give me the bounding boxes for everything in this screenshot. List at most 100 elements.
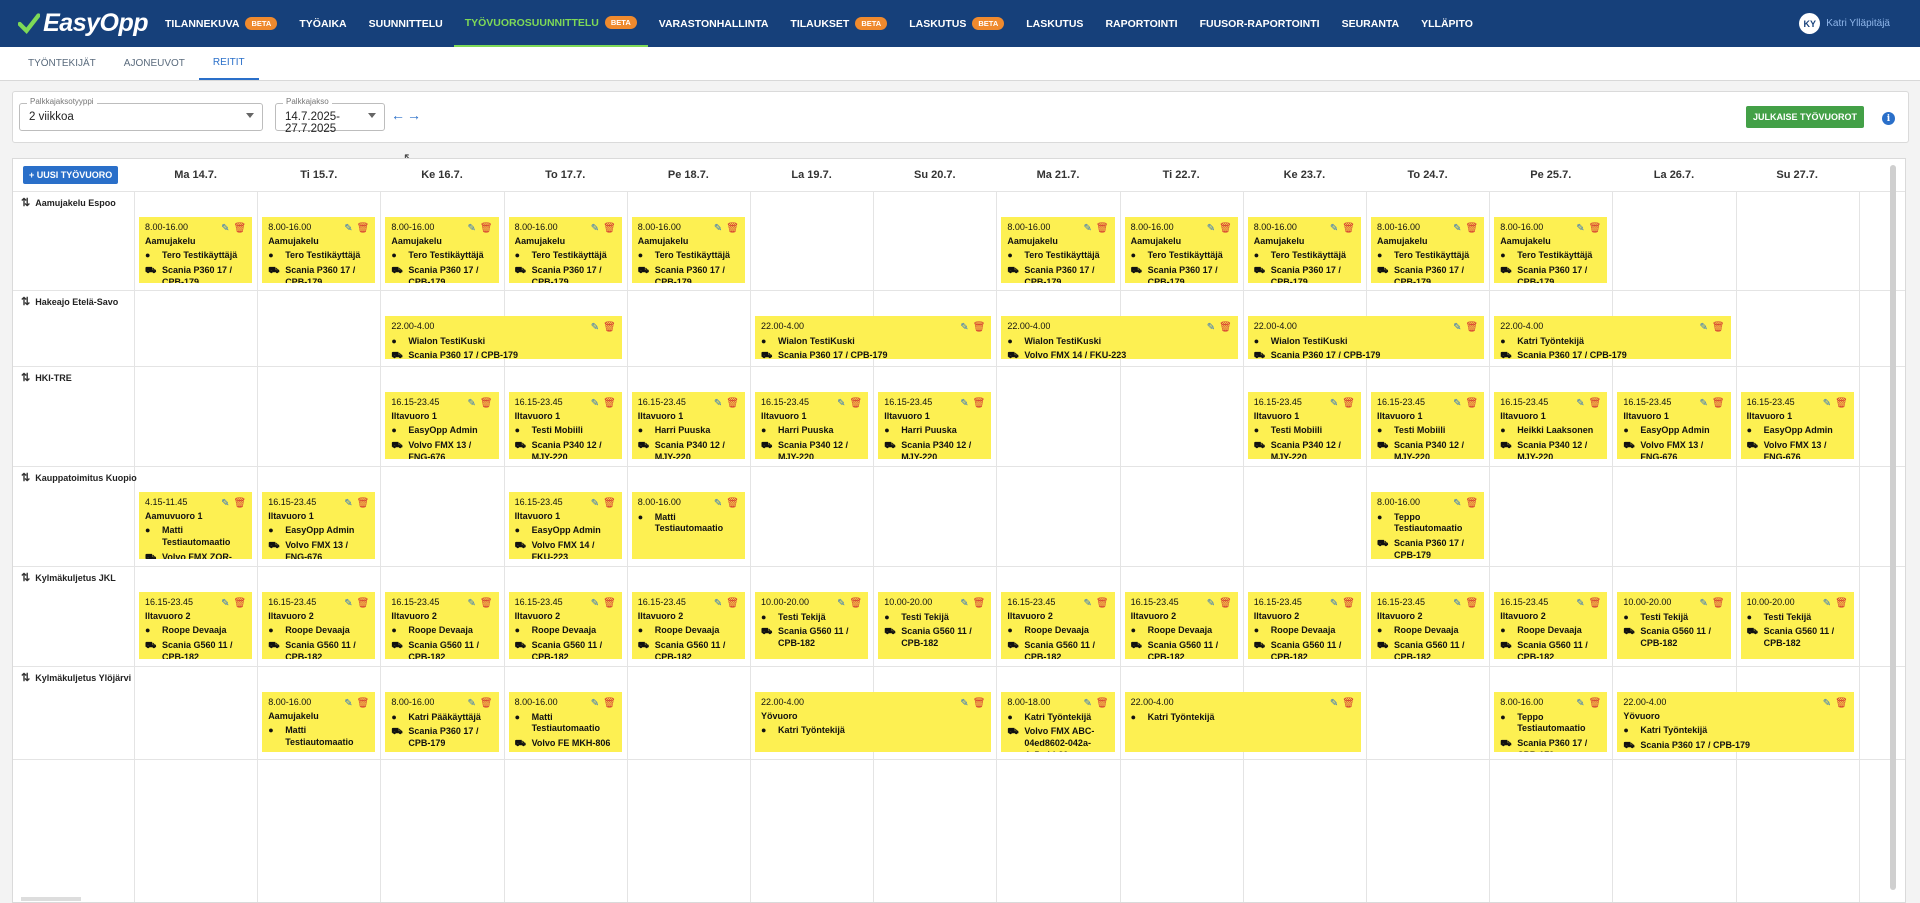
shift-card[interactable]: 10.00-20.00 ✎ 🗑 ● Testi Tekijä ⛟ Scania G560 1… — [755, 592, 869, 659]
delete-icon[interactable]: 🗑 — [1465, 397, 1478, 410]
shift-card[interactable]: 16.15-23.45 ✎ 🗑 Iltavuoro 2 ● Roope Devaaja ⛟ S… — [262, 592, 376, 659]
edit-icon[interactable]: ✎ — [591, 497, 599, 510]
delete-icon[interactable]: 🗑 — [1712, 597, 1725, 610]
edit-icon[interactable]: ✎ — [1330, 222, 1338, 235]
edit-icon[interactable]: ✎ — [714, 397, 722, 410]
edit-icon[interactable]: ✎ — [1576, 397, 1584, 410]
delete-icon[interactable]: 🗑 — [233, 597, 246, 610]
edit-icon[interactable]: ✎ — [837, 397, 845, 410]
shift-card[interactable]: 16.15-23.45 ✎ 🗑 Iltavuoro 1 ● Testi Mobiili ⛟ S… — [1247, 392, 1361, 459]
delete-icon[interactable]: 🗑 — [1342, 697, 1355, 710]
delete-icon[interactable]: 🗑 — [849, 397, 862, 410]
nav-item-varastonhallinta[interactable]: VARASTONHALLINTA — [648, 0, 780, 47]
next-period-arrow-icon[interactable]: → — [407, 107, 421, 123]
nav-item-työaika[interactable]: TYÖAIKA — [288, 0, 357, 47]
delete-icon[interactable]: 🗑 — [973, 321, 986, 334]
delete-icon[interactable]: 🗑 — [603, 497, 616, 510]
nav-item-tilaukset[interactable]: TILAUKSET BETA — [779, 0, 898, 47]
shift-card[interactable]: 16.15-23.45 ✎ 🗑 Iltavuoro 1 ● EasyOpp Admin ⛟ V… — [1617, 392, 1731, 459]
tab-työntekijät[interactable]: TYÖNTEKIJÄT — [14, 47, 110, 80]
shift-card[interactable]: 22.00-4.00 ✎ 🗑 ● Wialon TestiKuski ⛟ Scania P3… — [755, 316, 992, 359]
publish-shifts-button[interactable]: JULKAISE TYÖVUOROT — [1745, 106, 1864, 128]
delete-icon[interactable]: 🗑 — [357, 222, 370, 235]
delete-icon[interactable]: 🗑 — [1835, 397, 1848, 410]
delete-icon[interactable]: 🗑 — [726, 497, 739, 510]
delete-icon[interactable]: 🗑 — [233, 222, 246, 235]
delete-icon[interactable]: 🗑 — [1096, 222, 1109, 235]
shift-card[interactable]: 8.00-16.00 ✎ 🗑 ● Matti Testiautomaatio ⛟ Volvo… — [508, 692, 622, 752]
edit-icon[interactable]: ✎ — [1453, 397, 1461, 410]
delete-icon[interactable]: 🗑 — [726, 222, 739, 235]
edit-icon[interactable]: ✎ — [1699, 597, 1707, 610]
shift-card[interactable]: 16.15-23.45 ✎ 🗑 Iltavuoro 1 ● Harri Puuska ⛟ Sc… — [631, 392, 745, 459]
delete-icon[interactable]: 🗑 — [1465, 497, 1478, 510]
edit-icon[interactable]: ✎ — [1453, 597, 1461, 610]
delete-icon[interactable]: 🗑 — [1096, 697, 1109, 710]
delete-icon[interactable]: 🗑 — [480, 397, 493, 410]
delete-icon[interactable]: 🗑 — [1712, 397, 1725, 410]
delete-icon[interactable]: 🗑 — [1835, 597, 1848, 610]
delete-icon[interactable]: 🗑 — [726, 597, 739, 610]
edit-icon[interactable]: ✎ — [1207, 321, 1215, 334]
edit-icon[interactable]: ✎ — [1207, 597, 1215, 610]
shift-card[interactable]: 22.00-4.00 ✎ 🗑 ● Katri Työntekijä — [1124, 692, 1361, 752]
shift-card[interactable]: 16.15-23.45 ✎ 🗑 Iltavuoro 1 ● Harri Puuska ⛟ Sc… — [755, 392, 869, 459]
edit-icon[interactable]: ✎ — [221, 597, 229, 610]
edit-icon[interactable]: ✎ — [1576, 222, 1584, 235]
sort-icon[interactable]: ⇅ — [21, 371, 30, 384]
shift-card[interactable]: 16.15-23.45 ✎ 🗑 Iltavuoro 2 ● Roope Devaaja ⛟ S… — [1371, 592, 1485, 659]
delete-icon[interactable]: 🗑 — [1712, 321, 1725, 334]
shift-card[interactable]: 8.00-16.00 ✎ 🗑 Aamujakelu ● Tero Testikäyttäj… — [1371, 217, 1485, 283]
edit-icon[interactable]: ✎ — [467, 697, 475, 710]
shift-card[interactable]: 16.15-23.45 ✎ 🗑 Iltavuoro 1 ● Testi Mobiili ⛟ S… — [508, 392, 622, 459]
sort-icon[interactable]: ⇅ — [21, 671, 30, 684]
delete-icon[interactable]: 🗑 — [480, 597, 493, 610]
shift-card[interactable]: 8.00-16.00 ✎ 🗑 Aamujakelu ● Tero Testikäyttäj… — [1247, 217, 1361, 283]
edit-icon[interactable]: ✎ — [714, 222, 722, 235]
shift-card[interactable]: 8.00-16.00 ✎ 🗑 Aamujakelu ● Tero Testikäyttäj… — [631, 217, 745, 283]
sort-icon[interactable]: ⇅ — [21, 571, 30, 584]
sort-icon[interactable]: ⇅ — [21, 295, 30, 308]
delete-icon[interactable]: 🗑 — [603, 321, 616, 334]
edit-icon[interactable]: ✎ — [1823, 697, 1831, 710]
edit-icon[interactable]: ✎ — [467, 397, 475, 410]
sort-icon[interactable]: ⇅ — [21, 471, 30, 484]
shift-card[interactable]: 16.15-23.45 ✎ 🗑 Iltavuoro 1 ● EasyOpp Admin ⛟ V… — [1740, 392, 1854, 459]
edit-icon[interactable]: ✎ — [467, 597, 475, 610]
shift-card[interactable]: 16.15-23.45 ✎ 🗑 Iltavuoro 1 ● Heikki Laaksone… — [1494, 392, 1608, 459]
delete-icon[interactable]: 🗑 — [603, 597, 616, 610]
delete-icon[interactable]: 🗑 — [1589, 697, 1602, 710]
edit-icon[interactable]: ✎ — [591, 397, 599, 410]
user-menu[interactable]: KY Katri Ylläpitäjä — [1799, 13, 1890, 34]
delete-icon[interactable]: 🗑 — [1465, 321, 1478, 334]
delete-icon[interactable]: 🗑 — [1342, 397, 1355, 410]
shift-card[interactable]: 8.00-16.00 ✎ 🗑 ● Katri Pääkäyttäjä ⛟ Scania P3… — [385, 692, 499, 752]
shift-card[interactable]: 8.00-16.00 ✎ 🗑 Aamujakelu ● Matti Testiautoma… — [262, 692, 376, 752]
shift-card[interactable]: 16.15-23.45 ✎ 🗑 Iltavuoro 2 ● Roope Devaaja ⛟ S… — [1247, 592, 1361, 659]
shift-card[interactable]: 8.00-16.00 ✎ 🗑 Aamujakelu ● Tero Testikäyttäj… — [1494, 217, 1608, 283]
nav-item-työvuorosuunnittelu[interactable]: TYÖVUOROSUUNNITTELU BETA — [453, 0, 648, 47]
edit-icon[interactable]: ✎ — [344, 597, 352, 610]
app-logo[interactable]: EasyOpp — [18, 9, 148, 38]
prev-period-arrow-icon[interactable]: ← — [391, 107, 405, 123]
nav-item-laskutus[interactable]: LASKUTUS BETA — [898, 0, 1015, 47]
shift-card[interactable]: 8.00-16.00 ✎ 🗑 ● Teppo Testiautomaatio ⛟ Scani… — [1494, 692, 1608, 752]
edit-icon[interactable]: ✎ — [1453, 222, 1461, 235]
edit-icon[interactable]: ✎ — [1453, 321, 1461, 334]
info-icon[interactable]: i — [1882, 112, 1895, 125]
shift-card[interactable]: 8.00-16.00 ✎ 🗑 ● Matti Testiautomaatio — [631, 492, 745, 559]
edit-icon[interactable]: ✎ — [1330, 397, 1338, 410]
shift-card[interactable]: 22.00-4.00 ✎ 🗑 ● Wialon TestiKuski ⛟ Scania P3… — [385, 316, 622, 359]
delete-icon[interactable]: 🗑 — [603, 697, 616, 710]
edit-icon[interactable]: ✎ — [1083, 697, 1091, 710]
edit-icon[interactable]: ✎ — [344, 497, 352, 510]
edit-icon[interactable]: ✎ — [1699, 397, 1707, 410]
shift-card[interactable]: 8.00-16.00 ✎ 🗑 Aamujakelu ● Tero Testikäyttäj… — [508, 217, 622, 283]
edit-icon[interactable]: ✎ — [837, 597, 845, 610]
delete-icon[interactable]: 🗑 — [1589, 397, 1602, 410]
delete-icon[interactable]: 🗑 — [480, 697, 493, 710]
edit-icon[interactable]: ✎ — [960, 321, 968, 334]
nav-item-tilannekuva[interactable]: TILANNEKUVA BETA — [154, 0, 288, 47]
delete-icon[interactable]: 🗑 — [1219, 597, 1232, 610]
shift-card[interactable]: 16.15-23.45 ✎ 🗑 Iltavuoro 1 ● Harri Puuska ⛟ Sc… — [878, 392, 992, 459]
